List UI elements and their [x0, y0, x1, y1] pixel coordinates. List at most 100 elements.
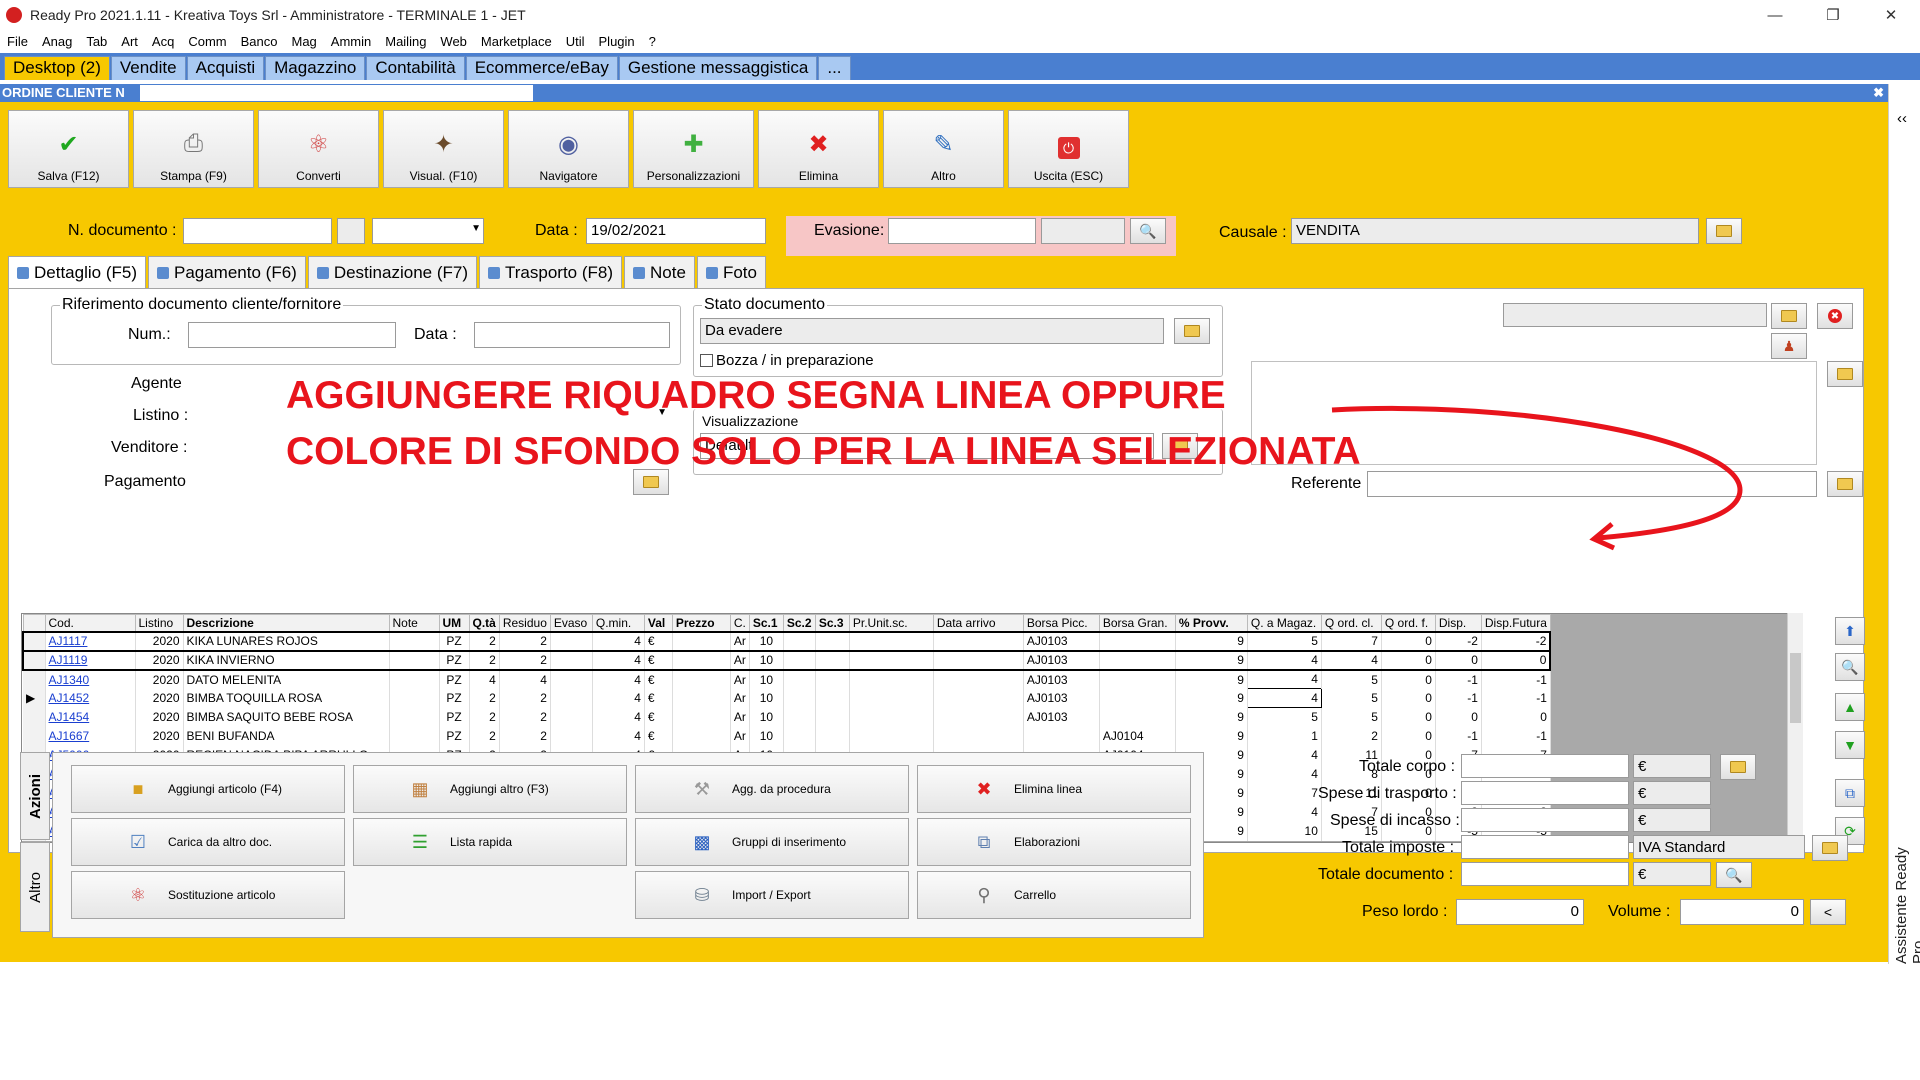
table-cell[interactable]: 0	[1381, 669, 1436, 689]
table-row[interactable]: AJ1117 2020 KIKA LUNARES ROJOS PZ 2 2 4 € Ar 10 AJ…	[22, 630, 1552, 652]
table-cell[interactable]: -2	[1481, 630, 1552, 652]
ndoc-suffix-input[interactable]	[337, 218, 365, 244]
row-indicator[interactable]	[23, 707, 46, 727]
table-cell[interactable]	[550, 726, 593, 746]
row-indicator[interactable]	[23, 726, 46, 746]
table-cell[interactable]: 4	[592, 688, 645, 708]
table-cell[interactable]: PZ	[439, 688, 470, 708]
table-cell[interactable]	[849, 649, 934, 671]
copy-row-button[interactable]: ⧉	[1835, 779, 1865, 807]
menu-item-util[interactable]: Util	[559, 34, 592, 49]
table-cell[interactable]	[933, 707, 1024, 727]
table-cell[interactable]	[550, 688, 593, 708]
table-cell[interactable]: 2020	[135, 688, 184, 708]
row-indicator[interactable]	[23, 669, 46, 689]
module-tab-1[interactable]: Desktop (2)	[4, 56, 110, 80]
column-header[interactable]: Residuo	[498, 614, 551, 632]
table-cell[interactable]: 4	[592, 726, 645, 746]
table-cell[interactable]: 9	[1175, 688, 1248, 708]
table-cell[interactable]: PZ	[439, 649, 470, 671]
table-cell[interactable]: 0	[1481, 649, 1552, 671]
view-button[interactable]: ✦ Visual. (F10)	[383, 110, 504, 188]
client-remove-button[interactable]: ✖	[1817, 303, 1853, 329]
table-cell[interactable]: 4	[1247, 764, 1322, 784]
column-header[interactable]: Q ord. f.	[1380, 614, 1436, 632]
column-header[interactable]: Q ord. cl.	[1320, 614, 1382, 632]
column-header[interactable]: Disp.	[1434, 614, 1482, 632]
ndoc-input[interactable]	[183, 218, 332, 244]
table-cell[interactable]	[815, 707, 850, 727]
row-indicator[interactable]: ▶	[23, 688, 46, 708]
column-header[interactable]: Sc.2	[782, 614, 816, 632]
add-other-button[interactable]: ▦ Aggiungi altro (F3)	[353, 765, 627, 813]
table-cell[interactable]: BIMBA SAQUITO BEBE ROSA	[183, 707, 390, 727]
table-cell[interactable]: 2	[469, 726, 500, 746]
table-cell[interactable]	[672, 688, 731, 708]
table-cell[interactable]: -1	[1435, 726, 1482, 746]
module-tab-3[interactable]: Acquisti	[186, 56, 265, 80]
table-cell[interactable]: 2	[469, 630, 500, 652]
table-cell[interactable]	[933, 688, 1024, 708]
total-corpo-folder-button[interactable]	[1720, 754, 1756, 780]
column-header[interactable]: Borsa Picc.	[1022, 614, 1100, 632]
elaborations-button[interactable]: ⧉ Elaborazioni	[917, 818, 1191, 866]
ndoc-series-select[interactable]: ▼	[372, 218, 484, 244]
column-header[interactable]: Borsa Gran.	[1098, 614, 1176, 632]
table-cell[interactable]: 10	[749, 669, 784, 689]
table-cell[interactable]: Ar	[730, 726, 750, 746]
table-cell[interactable]: €	[644, 630, 673, 652]
quick-list-button[interactable]: ☰ Lista rapida	[353, 818, 627, 866]
table-cell[interactable]: AJ1454	[45, 707, 136, 727]
table-cell[interactable]: 4	[1247, 649, 1322, 671]
table-cell[interactable]: AJ0103	[1023, 707, 1100, 727]
table-cell[interactable]: KIKA LUNARES ROJOS	[183, 630, 390, 652]
table-cell[interactable]	[783, 630, 816, 652]
menu-item-anag[interactable]: Anag	[35, 34, 79, 49]
table-cell[interactable]: 0	[1435, 649, 1482, 671]
table-cell[interactable]: -1	[1435, 669, 1482, 689]
column-header[interactable]: Listino	[134, 614, 184, 632]
table-cell[interactable]	[783, 688, 816, 708]
table-cell[interactable]: -1	[1481, 726, 1551, 746]
column-header[interactable]: % Provv.	[1174, 614, 1248, 632]
table-cell[interactable]: 0	[1481, 707, 1551, 727]
table-cell[interactable]: -1	[1481, 688, 1551, 708]
causale-input[interactable]: VENDITA	[1291, 218, 1699, 244]
table-cell[interactable]	[815, 688, 850, 708]
table-cell[interactable]: Ar	[730, 707, 750, 727]
table-cell[interactable]	[672, 707, 731, 727]
insert-groups-button[interactable]: ▩ Gruppi di inserimento	[635, 818, 909, 866]
table-row[interactable]: AJ1454 2020 BIMBA SAQUITO BEBE ROSA PZ 2 2 4 € A…	[23, 707, 1551, 727]
table-cell[interactable]: AJ0104	[1099, 726, 1176, 746]
column-header[interactable]: Note	[388, 614, 440, 632]
navigator-button[interactable]: ◉ Navigatore	[508, 110, 629, 188]
table-cell[interactable]: 4	[1247, 669, 1322, 689]
table-cell[interactable]: AJ1452	[45, 688, 136, 708]
column-header[interactable]: Q.min.	[591, 614, 645, 632]
table-cell[interactable]	[672, 649, 731, 671]
table-cell[interactable]: 2	[469, 688, 500, 708]
table-cell[interactable]	[550, 707, 593, 727]
table-cell[interactable]: 4	[592, 707, 645, 727]
table-cell[interactable]	[783, 669, 816, 689]
bozza-checkbox[interactable]	[700, 354, 713, 367]
table-cell[interactable]	[389, 688, 440, 708]
assistant-label[interactable]: Assistente Ready Pro	[1893, 834, 1920, 964]
document-status-input[interactable]: Da evadere	[700, 318, 1164, 344]
table-cell[interactable]: 2	[499, 649, 551, 671]
table-cell[interactable]	[933, 649, 1024, 671]
table-cell[interactable]: 4	[592, 630, 645, 652]
module-tab-8[interactable]: ...	[818, 56, 851, 80]
table-cell[interactable]	[783, 649, 816, 671]
ref-num-input[interactable]	[188, 322, 396, 348]
collection-input[interactable]	[1461, 808, 1629, 832]
table-cell[interactable]: PZ	[439, 630, 470, 652]
cart-button[interactable]: ⚲ Carrello	[917, 871, 1191, 919]
table-cell[interactable]	[783, 726, 816, 746]
tab-foto[interactable]: Foto	[696, 256, 766, 288]
menu-item-acq[interactable]: Acq	[145, 34, 181, 49]
table-cell[interactable]: 4	[1246, 688, 1322, 708]
table-row[interactable]: ▶ AJ1452 2020 BIMBA TOQUILLA ROSA PZ 2 2 4 € Ar 10…	[23, 688, 1551, 708]
evasione-input[interactable]	[888, 218, 1036, 244]
table-cell[interactable]	[815, 649, 850, 671]
